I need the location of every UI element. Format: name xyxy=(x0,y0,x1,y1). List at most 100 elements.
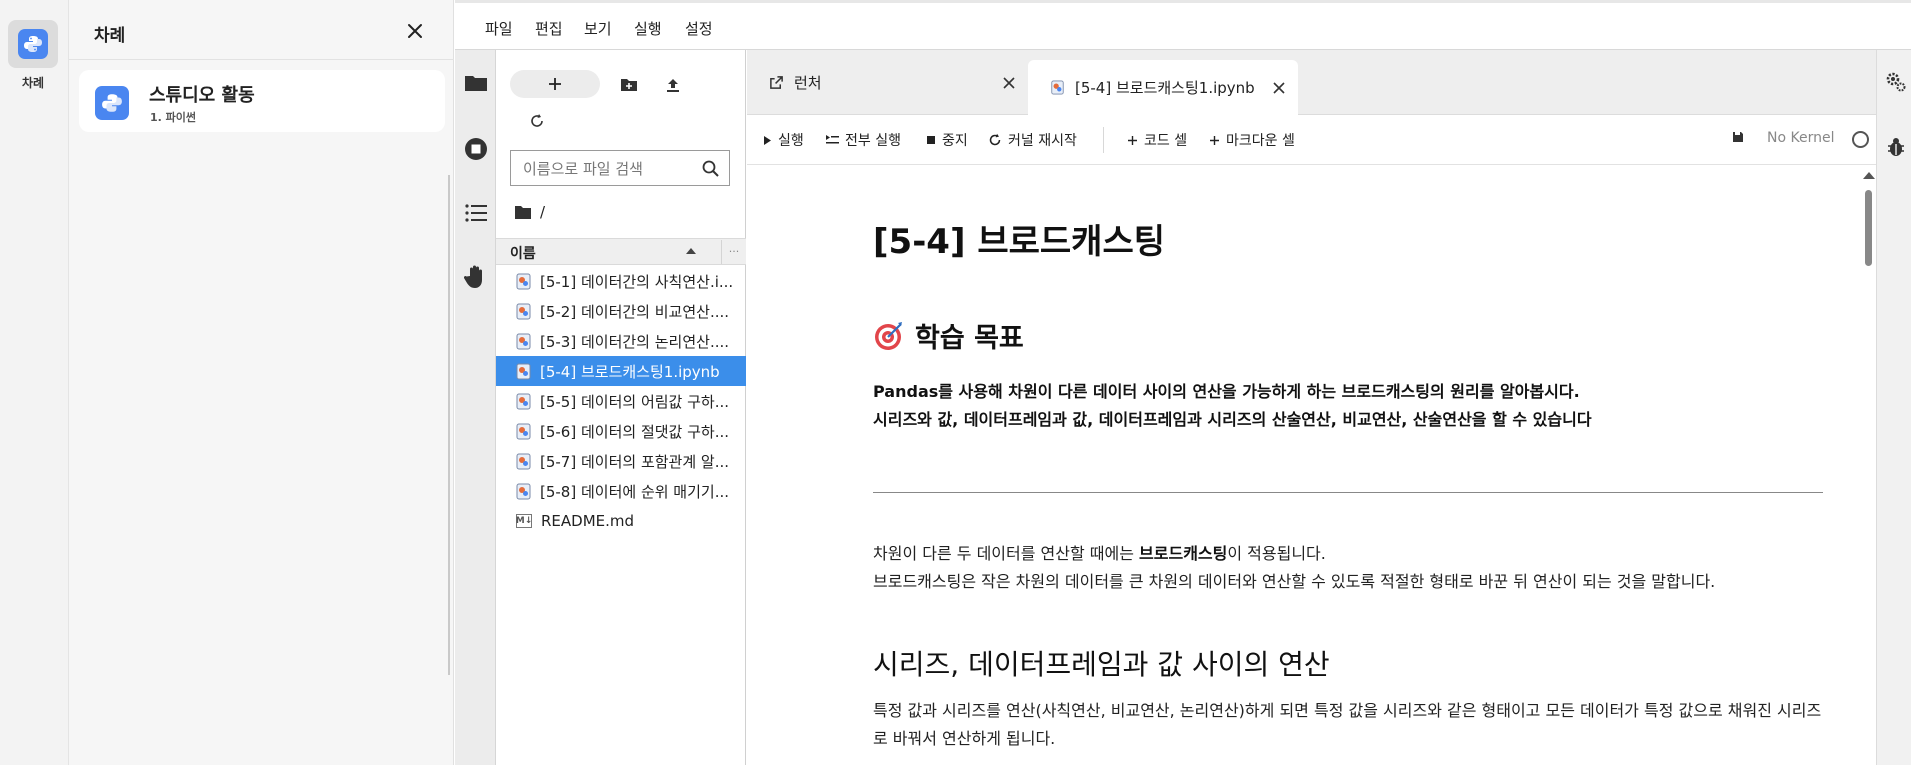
notebook-toolbar: 실행 전부 실행 중지 커널 재시작 코드 셀 마크다운 셀 No Kernel xyxy=(747,115,1876,165)
intro-pre: 차원이 다른 두 데이터를 연산할 때에는 xyxy=(873,544,1140,563)
restart-label: 커널 재시작 xyxy=(1008,133,1077,149)
stop-button[interactable]: 중지 xyxy=(926,130,968,150)
toc-card[interactable]: 스튜디오 활동 1. 파이썬 xyxy=(79,70,445,132)
list-icon[interactable] xyxy=(463,200,489,226)
file-item-label: [5-4] 브로드캐스팅1.ipynb xyxy=(540,362,720,381)
play-icon xyxy=(764,135,771,145)
tab-notebook-label: [5-4] 브로드캐스팅1.ipynb xyxy=(1075,79,1255,97)
new-launcher-button[interactable] xyxy=(510,70,600,98)
close-icon[interactable] xyxy=(1272,81,1286,95)
restart-icon xyxy=(989,133,1001,146)
toolbar-separator xyxy=(1103,127,1104,153)
toc-rail-button[interactable] xyxy=(8,20,58,68)
notebook-icon xyxy=(516,333,531,349)
plus-icon xyxy=(1128,135,1137,145)
search-icon xyxy=(702,160,719,177)
file-item[interactable]: M↓ README.md xyxy=(496,506,746,536)
hand-icon[interactable] xyxy=(463,264,489,290)
right-rail xyxy=(1876,50,1911,765)
tab-launcher[interactable]: 런처 xyxy=(747,60,1028,105)
intro-bold: 브로드캐스팅 xyxy=(1139,544,1228,563)
notebook-icon xyxy=(516,363,531,379)
refresh-icon[interactable] xyxy=(526,110,548,132)
run-all-label: 전부 실행 xyxy=(845,133,901,149)
run-all-icon xyxy=(826,135,839,144)
goal-heading: 학습 목표 xyxy=(873,316,1024,355)
breadcrumb[interactable]: / xyxy=(514,203,545,221)
save-icon xyxy=(1733,132,1743,142)
file-column-header[interactable]: 이름 ... xyxy=(496,238,746,265)
file-item[interactable]: [5-6] 데이터의 절댓값 구하... xyxy=(496,416,746,446)
file-search-input[interactable] xyxy=(523,158,693,180)
launcher-icon xyxy=(770,76,783,89)
stop-icon xyxy=(927,136,935,144)
file-item[interactable]: [5-7] 데이터의 포함관계 알... xyxy=(496,446,746,476)
menu-settings[interactable]: 설정 xyxy=(685,18,713,39)
scroll-up-icon[interactable] xyxy=(1863,172,1875,179)
tab-notebook[interactable]: [5-4] 브로드캐스팅1.ipynb xyxy=(1028,60,1298,115)
file-list: [5-1] 데이터간의 사칙연산.i... [5-2] 데이터간의 비교연산...… xyxy=(496,266,746,536)
notebook-icon xyxy=(516,303,531,319)
left-rail: 차례 xyxy=(0,0,69,765)
menu-edit[interactable]: 편집 xyxy=(535,18,563,39)
section-text: 특정 값과 시리즈를 연산(사칙연산, 비교연산, 논리연산)하게 되면 특정 … xyxy=(873,701,1822,748)
file-item[interactable]: [5-4] 브로드캐스팅1.ipynb xyxy=(496,356,746,386)
property-inspector-gears-icon[interactable] xyxy=(1885,70,1907,92)
notebook-scrollbar[interactable] xyxy=(1860,166,1876,765)
target-icon xyxy=(875,321,902,350)
close-icon[interactable] xyxy=(404,20,426,42)
notebook-icon xyxy=(516,453,531,469)
file-item-label: [5-5] 데이터의 어림값 구하... xyxy=(540,392,730,411)
file-item[interactable]: [5-3] 데이터간의 논리연산.... xyxy=(496,326,746,356)
scroll-thumb[interactable] xyxy=(1865,190,1872,266)
intro-line-2: 브로드캐스팅은 작은 차원의 데이터를 큰 차원의 데이터와 연산할 수 있도록… xyxy=(873,572,1716,591)
menu-run[interactable]: 실행 xyxy=(634,18,662,39)
file-item[interactable]: [5-1] 데이터간의 사칙연산.i... xyxy=(496,266,746,296)
intro-line-1: 차원이 다른 두 데이터를 연산할 때에는 브로드캐스팅이 적용됩니다. xyxy=(873,540,1326,564)
menu-file[interactable]: 파일 xyxy=(485,18,513,39)
tab-bar: 런처 [5-4] 브로드캐스팅1.ipynb xyxy=(747,50,1876,115)
add-markdown-cell-button[interactable]: 마크다운 셀 xyxy=(1209,130,1295,150)
menu-view[interactable]: 보기 xyxy=(584,18,612,39)
python-icon xyxy=(95,86,129,120)
notebook-icon xyxy=(516,273,531,289)
tab-launcher-label: 런처 xyxy=(794,74,822,92)
folder-icon xyxy=(515,205,531,219)
column-more[interactable]: ... xyxy=(721,240,746,264)
upload-icon[interactable] xyxy=(662,74,684,96)
file-item-label: README.md xyxy=(541,512,635,530)
toc-card-subtitle: 1. 파이썬 xyxy=(150,111,197,124)
add-code-label: 코드 셀 xyxy=(1144,133,1188,149)
notebook-icon xyxy=(516,483,531,499)
file-item[interactable]: [5-8] 데이터에 순위 매기기... xyxy=(496,476,746,506)
python-icon xyxy=(18,29,48,59)
run-label: 실행 xyxy=(778,133,804,149)
rail-label: 차례 xyxy=(21,76,45,90)
plus-icon xyxy=(549,78,561,90)
run-button[interactable]: 실행 xyxy=(763,130,804,150)
add-code-cell-button[interactable]: 코드 셀 xyxy=(1127,130,1187,150)
goal-line-1: Pandas를 사용해 차원이 다른 데이터 사이의 연산을 가능하게 하는 브… xyxy=(873,382,1580,401)
intro-post: 이 적용됩니다. xyxy=(1227,544,1326,563)
file-item[interactable]: [5-2] 데이터간의 비교연산.... xyxy=(496,296,746,326)
toc-scrollbar[interactable] xyxy=(448,175,450,675)
restart-kernel-button[interactable]: 커널 재시작 xyxy=(988,130,1077,150)
add-markdown-label: 마크다운 셀 xyxy=(1226,133,1295,149)
debugger-bug-icon[interactable] xyxy=(1885,136,1907,158)
running-stop-icon[interactable] xyxy=(463,136,489,162)
stop-label: 중지 xyxy=(942,133,968,149)
notebook-icon xyxy=(516,393,531,409)
save-button[interactable] xyxy=(1732,131,1744,143)
toc-panel: 차례 스튜디오 활동 1. 파이썬 xyxy=(69,0,454,765)
close-icon[interactable] xyxy=(1002,76,1016,90)
notebook-icon xyxy=(516,423,531,439)
new-folder-icon[interactable] xyxy=(618,74,640,96)
file-browser: / 이름 ... [5-1] 데이터간의 사칙연산.i... [5-2] 데이터간… xyxy=(496,50,746,765)
side-tab-strip xyxy=(455,50,496,765)
file-item[interactable]: [5-5] 데이터의 어림값 구하... xyxy=(496,386,746,416)
kernel-status-label[interactable]: No Kernel xyxy=(1767,130,1834,146)
folder-icon[interactable] xyxy=(463,70,489,96)
run-all-button[interactable]: 전부 실행 xyxy=(825,130,901,150)
toc-card-title: 스튜디오 활동 xyxy=(149,85,255,106)
file-item-label: [5-1] 데이터간의 사칙연산.i... xyxy=(540,272,734,291)
